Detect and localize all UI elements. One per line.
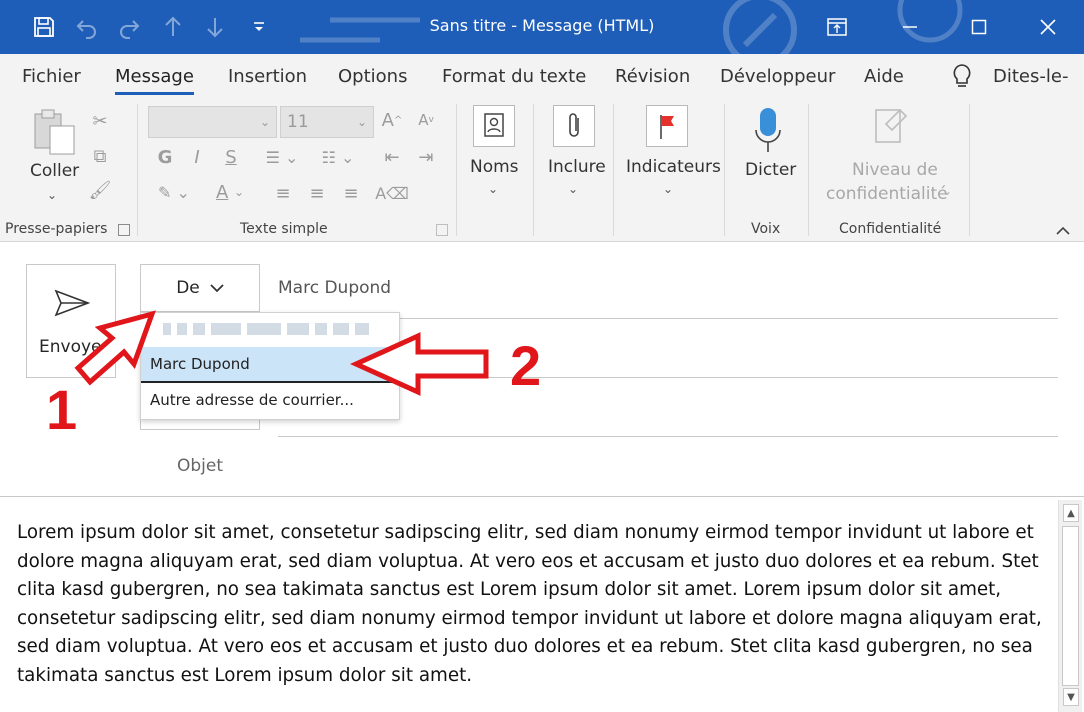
close-icon[interactable] (1033, 12, 1063, 42)
clipboard-launcher-icon[interactable] (118, 224, 130, 236)
group-divider (137, 104, 138, 236)
names-button[interactable]: Noms (470, 157, 519, 177)
flags-button[interactable]: Indicateurs (626, 157, 721, 177)
sensitivity-chevron-icon[interactable]: ⌄ (942, 184, 952, 198)
tab-insertion[interactable]: Insertion (228, 66, 307, 87)
copy-icon[interactable]: ⧉ (89, 144, 111, 168)
group-label-sensitivity: Confidentialité (839, 221, 942, 237)
group-label-basic-text: Texte simple (240, 221, 328, 237)
tab-format-du-texte[interactable]: Format du texte (442, 66, 586, 87)
grow-font-icon[interactable]: A ^ (380, 106, 404, 134)
tell-me-search[interactable]: Dites-le- (993, 66, 1068, 87)
blurred-email-address (163, 323, 369, 335)
align-left-icon[interactable]: ≡ (270, 180, 296, 206)
group-divider (969, 104, 970, 236)
flags-chevron-icon[interactable]: ⌄ (663, 182, 673, 196)
basic-text-launcher-icon[interactable] (436, 224, 448, 236)
message-body[interactable]: Lorem ipsum dolor sit amet, consetetur s… (17, 519, 1047, 690)
maximize-icon[interactable] (964, 12, 994, 42)
from-value: Marc Dupond (278, 278, 392, 298)
subject-field-line[interactable] (278, 436, 1058, 437)
vertical-scrollbar[interactable]: ▲ ▼ (1058, 500, 1082, 712)
scroll-down-icon[interactable]: ▼ (1063, 688, 1079, 706)
paste-button[interactable]: Coller (30, 161, 79, 181)
microphone-icon[interactable] (752, 104, 784, 158)
body-divider (0, 496, 1084, 497)
minimize-icon[interactable] (895, 12, 925, 42)
tab-message[interactable]: Message (115, 66, 194, 95)
font-name-combo[interactable]: ⌄ (148, 106, 277, 138)
tab-revision[interactable]: Révision (615, 66, 690, 87)
decrease-indent-icon[interactable]: ⇤ (378, 144, 406, 170)
numbering-icon[interactable]: ☷ ⌄ (314, 144, 362, 170)
sensitivity-icon[interactable] (872, 104, 912, 154)
format-painter-icon[interactable]: 🖌 (89, 178, 112, 202)
annotation-number-2: 2 (510, 334, 542, 397)
tab-options[interactable]: Options (338, 66, 407, 87)
group-divider (724, 104, 725, 236)
flag-icon[interactable] (646, 105, 688, 147)
ribbon: Coller ⌄ ✂ ⧉ 🖌 Presse-papiers ⌄ 11 ⌄ A ^ A… (0, 100, 1084, 242)
include-chevron-icon[interactable]: ⌄ (568, 182, 578, 196)
font-size-combo[interactable]: 11 ⌄ (280, 106, 374, 138)
chevron-down-icon (210, 284, 224, 293)
bold-button[interactable]: G (154, 144, 176, 170)
underline-button[interactable]: S (220, 144, 242, 170)
names-chevron-icon[interactable]: ⌄ (488, 182, 498, 196)
increase-indent-icon[interactable]: ⇥ (412, 144, 440, 170)
clear-formatting-icon[interactable]: A⌫ (375, 180, 409, 206)
highlight-icon[interactable]: ✎ ⌄ (150, 178, 198, 206)
tab-aide[interactable]: Aide (864, 66, 904, 87)
dictate-button[interactable]: Dicter (745, 160, 796, 180)
clipboard-paste-icon[interactable] (32, 108, 78, 160)
paste-chevron-icon[interactable]: ⌄ (47, 188, 57, 202)
group-label-voice: Voix (751, 221, 781, 237)
font-color-icon[interactable]: A ⌄ (206, 178, 254, 206)
from-label: De (176, 278, 200, 298)
bullets-icon[interactable]: ☰ ⌄ (258, 144, 306, 170)
shrink-font-icon[interactable]: Av (414, 106, 438, 134)
group-label-clipboard: Presse-papiers (5, 221, 108, 237)
group-divider (808, 104, 809, 236)
collapse-ribbon-icon[interactable] (1055, 222, 1071, 241)
sensitivity-button-line2[interactable]: confidentialité (826, 184, 948, 204)
align-center-icon[interactable]: ≡ (304, 180, 330, 206)
ribbon-tabs: Fichier Message Insertion Options Format… (0, 54, 1084, 100)
align-right-icon[interactable]: ≡ (338, 180, 364, 206)
cut-icon[interactable]: ✂ (89, 109, 111, 133)
sensitivity-button-line1[interactable]: Niveau de (852, 160, 938, 180)
scroll-up-icon[interactable]: ▲ (1063, 504, 1079, 522)
subject-label: Objet (176, 456, 224, 476)
paperclip-icon[interactable] (553, 105, 595, 147)
group-divider (456, 104, 457, 236)
include-button[interactable]: Inclure (548, 157, 606, 177)
from-button[interactable]: De (140, 264, 260, 312)
scroll-thumb[interactable] (1062, 526, 1079, 686)
tab-developpeur[interactable]: Développeur (720, 66, 835, 87)
annotation-arrow-2 (350, 332, 489, 396)
group-divider (533, 104, 534, 236)
address-book-icon[interactable] (473, 105, 515, 147)
ribbon-display-icon[interactable] (822, 12, 852, 42)
lightbulb-icon[interactable] (951, 63, 973, 94)
italic-button[interactable]: I (186, 144, 208, 170)
tab-fichier[interactable]: Fichier (22, 66, 81, 87)
annotation-arrow-1 (74, 310, 156, 386)
annotation-number-1: 1 (46, 378, 78, 441)
title-bar: Sans titre - Message (HTML) (0, 0, 1084, 54)
group-divider (613, 104, 614, 236)
